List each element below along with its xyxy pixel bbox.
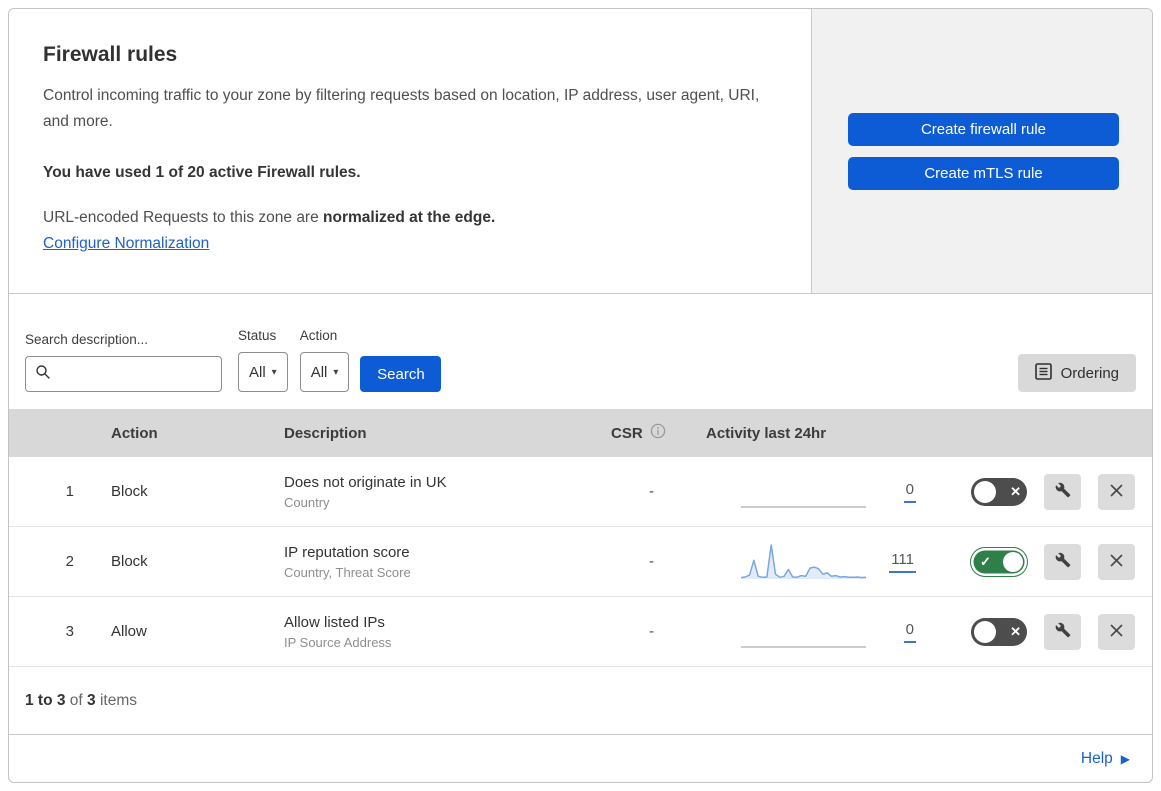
firewall-rules-card: Firewall rules Control incoming traffic … [8,8,1153,783]
csr-label: CSR [611,424,643,442]
action-label: Action [299,328,338,343]
header-csr: CSR [599,423,704,443]
search-button[interactable]: Search [360,356,442,392]
rule-action: Block [111,553,148,570]
table-row: 2 Block IP reputation score Country, Thr… [9,527,1152,597]
search-input-box [25,356,222,392]
delete-rule-button[interactable] [1098,543,1135,580]
rule-csr: - [649,623,654,640]
help-bar: Help ▶ [9,735,1152,782]
status-dropdown[interactable]: All ▾ [238,352,288,392]
rule-fields: Country [284,494,330,510]
normalization-note: URL-encoded Requests to this zone are no… [43,209,765,227]
wrench-icon [1055,552,1071,571]
edit-rule-button[interactable] [1044,543,1081,580]
delete-rule-button[interactable] [1098,613,1135,650]
rule-enable-toggle[interactable]: ✕ [971,477,1027,506]
wrench-icon [1055,622,1071,641]
rule-description-cell: IP reputation score Country, Threat Scor… [279,544,599,580]
arrow-right-icon: ▶ [1120,752,1130,766]
rule-activity-cell: 111 [704,527,959,596]
page-title: Firewall rules [43,43,178,66]
ordering-label: Ordering [1060,364,1119,382]
pagination-items: items [99,691,138,709]
help-label: Help [1080,750,1113,767]
header-description: Description [284,424,367,442]
rule-description: IP reputation score [284,543,410,561]
create-firewall-rule-button[interactable]: Create firewall rule [848,112,1119,146]
table-row: 3 Allow Allow listed IPs IP Source Addre… [9,597,1152,667]
pagination-of: of [69,691,83,709]
rule-priority: 1 [65,483,74,500]
filter-bar: Search description... Status All ▾ Actio… [9,294,1152,409]
help-link[interactable]: Help ▶ [1081,750,1130,768]
activity-count-link[interactable]: 111 [889,551,916,573]
rule-action: Block [111,483,148,500]
actions-panel: Create firewall rule Create mTLS rule [812,9,1152,293]
rule-enable-toggle[interactable]: ✕ [971,617,1027,646]
activity-count-link[interactable]: 0 [903,621,916,643]
close-icon [1109,623,1124,641]
pagination-bar: 1 to 3 of 3 items [9,667,1152,735]
activity-sparkline [741,541,866,583]
wrench-icon [1055,482,1071,501]
list-icon [1034,362,1052,384]
action-value: All [310,363,328,381]
table-row: 1 Block Does not originate in UK Country… [9,457,1152,527]
pagination-total: 3 [87,691,96,709]
page-description: Control incoming traffic to your zone by… [43,87,760,131]
status-value: All [249,363,266,381]
header-section: Firewall rules Control incoming traffic … [9,9,1152,294]
activity-sparkline [741,471,866,513]
rule-action: Allow [111,623,147,640]
activity-count-link[interactable]: 0 [903,481,916,503]
delete-rule-button[interactable] [1098,473,1135,510]
search-icon [35,364,51,385]
action-filter-group: Action All ▾ [299,328,350,392]
search-group: Search description... [25,332,222,392]
rule-activity-cell: 0 [704,597,959,666]
rule-activity-cell: 0 [704,457,959,526]
create-mtls-rule-button[interactable]: Create mTLS rule [848,156,1119,190]
action-dropdown[interactable]: All ▾ [299,352,350,392]
rule-priority: 2 [65,553,74,570]
info-icon[interactable] [650,423,666,443]
status-filter-group: Status All ▾ [238,328,288,392]
header-action: Action [111,424,158,442]
rule-description: Does not originate in UK [284,473,447,491]
normalization-bold: normalized at the edge. [323,208,496,226]
table-header: Action Description CSR Activity last 24h… [9,409,1152,457]
close-icon [1109,483,1124,501]
rule-fields: Country, Threat Score [284,564,411,580]
configure-normalization-link[interactable]: Configure Normalization [43,235,209,253]
rule-description: Allow listed IPs [284,613,385,631]
usage-summary: You have used 1 of 20 active Firewall ru… [43,163,361,181]
ordering-button[interactable]: Ordering [1017,354,1136,392]
rule-description-cell: Allow listed IPs IP Source Address [279,614,599,650]
rule-description-cell: Does not originate in UK Country [279,474,599,510]
rule-controls: ✕ [959,473,1152,510]
edit-rule-button[interactable] [1044,473,1081,510]
close-icon [1109,553,1124,571]
rule-enable-toggle[interactable]: ✓ [971,547,1027,576]
chevron-down-icon: ▾ [271,366,277,378]
pagination-range: 1 to 3 [25,691,66,709]
header-activity: Activity last 24hr [706,424,827,442]
search-label: Search description... [25,332,149,347]
edit-rule-button[interactable] [1044,613,1081,650]
normalization-text: URL-encoded Requests to this zone are [43,208,324,226]
rule-csr: - [649,553,654,570]
activity-sparkline [741,611,866,653]
rule-controls: ✓ [959,543,1152,580]
chevron-down-icon: ▾ [333,366,339,378]
rule-csr: - [649,483,654,500]
header-text-panel: Firewall rules Control incoming traffic … [9,9,812,293]
rule-priority: 3 [65,623,74,640]
rule-fields: IP Source Address [284,634,392,650]
search-input[interactable] [58,366,212,382]
status-label: Status [238,328,277,343]
rule-controls: ✕ [959,613,1152,650]
